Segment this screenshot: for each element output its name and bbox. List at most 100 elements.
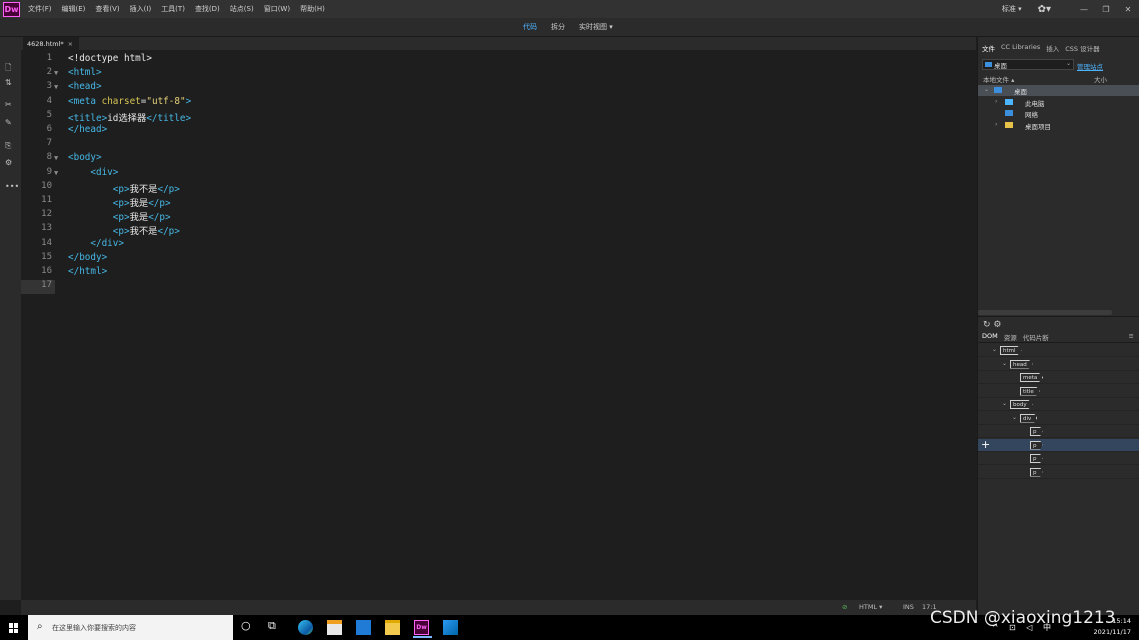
code-line[interactable]: 10 <p>我不是</p>	[21, 181, 976, 195]
close-tab-icon[interactable]: ×	[68, 40, 73, 48]
expand-arrow-icon[interactable]: ⌄	[992, 346, 997, 353]
tab-cc-libraries[interactable]: CC Libraries	[1001, 43, 1040, 55]
dom-tag-label[interactable]: meta	[1020, 373, 1044, 382]
dom-tree-row[interactable]: ⌄ html	[978, 344, 1139, 357]
gear-icon[interactable]: ✿▾	[1038, 4, 1051, 15]
add-element-icon[interactable]: +	[981, 438, 990, 451]
file-explorer-icon[interactable]	[385, 620, 400, 635]
tab-assets[interactable]: 资源	[1004, 332, 1017, 342]
manage-sites-link[interactable]: 管理站点	[1077, 61, 1103, 71]
fold-arrow-icon[interactable]: ▼	[54, 169, 58, 177]
file-tree-item[interactable]: › 此电脑	[978, 97, 1139, 108]
code-line[interactable]: 13 <p>我不是</p>	[21, 223, 976, 237]
dom-tag-label[interactable]: p	[1030, 454, 1043, 463]
cut-icon[interactable]: ✂	[5, 100, 12, 109]
store-icon[interactable]	[327, 620, 342, 635]
expand-arrow-icon[interactable]: ›	[995, 98, 997, 105]
dom-tag-label[interactable]: div	[1020, 413, 1038, 423]
start-button[interactable]	[0, 615, 27, 640]
file-tree-item[interactable]: ⌄ 桌面	[978, 85, 1139, 96]
code-editor[interactable]: 1 <!doctype html> 2 ▼ <html> 3 ▼ <head> 4 <meta c…	[21, 50, 976, 600]
dom-tag-label[interactable]: p	[1030, 427, 1043, 436]
document-tab[interactable]: 4628.html* ×	[23, 37, 79, 50]
fold-arrow-icon[interactable]: ▼	[54, 154, 58, 162]
file-tree-item[interactable]: › 桌面项目	[978, 120, 1139, 131]
dom-tree-row[interactable]: title	[978, 385, 1139, 398]
workspace-layout-select[interactable]: 标准 ▾	[1002, 4, 1022, 14]
expand-arrow-icon[interactable]: ⌄	[1012, 414, 1017, 421]
expand-arrow-icon[interactable]: ›	[995, 121, 997, 128]
tab-insert[interactable]: 插入	[1046, 43, 1059, 55]
code-line[interactable]: 15 </body>	[21, 252, 976, 266]
task-view-icon[interactable]: ⧉	[268, 619, 283, 634]
tab-css-designer[interactable]: CSS 设计器	[1065, 43, 1099, 55]
code-line[interactable]: 14 </div>	[21, 238, 976, 252]
refresh-icon[interactable]: ↻ ⚙	[983, 320, 1001, 330]
panel-menu-icon[interactable]: ≡	[1129, 332, 1134, 340]
menu-site[interactable]: 站点(S)	[230, 4, 254, 14]
menu-help[interactable]: 帮助(H)	[300, 4, 325, 14]
code-line[interactable]: 9 ▼ <div>	[21, 167, 976, 181]
live-view-button[interactable]: 实时视图 ▾	[579, 22, 613, 32]
taskbar-search-box[interactable]: ⌕ 在这里输入你要搜索的内容	[28, 615, 233, 640]
dom-tree-row[interactable]: ⌄ div	[978, 412, 1139, 425]
site-select[interactable]: 桌面 ⌄	[982, 59, 1074, 70]
maximize-button[interactable]: ❐	[1095, 5, 1117, 14]
horizontal-scrollbar[interactable]	[978, 310, 1112, 315]
dom-tree-row[interactable]: p	[978, 466, 1139, 479]
fold-arrow-icon[interactable]: ▼	[54, 69, 58, 77]
dom-tree-row[interactable]: ⌄ body	[978, 398, 1139, 411]
dom-tree-row[interactable]: + p	[978, 438, 1139, 452]
close-window-button[interactable]: ✕	[1117, 5, 1139, 14]
expand-arrow-icon[interactable]: ⌄	[984, 86, 989, 93]
dom-tag-label[interactable]: p	[1030, 467, 1043, 477]
code-line[interactable]: 12 <p>我是</p>	[21, 209, 976, 223]
document-type-select[interactable]: HTML ▾	[859, 603, 882, 611]
menu-insert[interactable]: 插入(I)	[130, 4, 152, 14]
code-line[interactable]: 6 </head>	[21, 124, 976, 138]
dom-tree-row[interactable]: ⌄ head	[978, 358, 1139, 371]
panel-divider[interactable]	[978, 316, 1139, 317]
code-view-button[interactable]: 代码	[523, 22, 537, 32]
pen-icon[interactable]: ✎	[5, 118, 12, 127]
clock-date[interactable]: 2021/11/17	[1094, 628, 1131, 636]
column-size[interactable]: 大小	[1094, 74, 1107, 84]
expand-arrow-icon[interactable]: ⌄	[1002, 360, 1007, 367]
menu-edit[interactable]: 编辑(E)	[62, 4, 86, 14]
menu-window[interactable]: 窗口(W)	[264, 4, 290, 14]
dom-tag-label[interactable]: p	[1030, 440, 1043, 450]
vscode-icon[interactable]	[443, 620, 458, 635]
code-line[interactable]: 7	[21, 138, 976, 152]
code-line[interactable]: 3 ▼ <head>	[21, 81, 976, 95]
menu-tools[interactable]: 工具(T)	[161, 4, 185, 14]
expand-arrow-icon[interactable]: ⌄	[1002, 400, 1007, 407]
menu-find[interactable]: 查找(D)	[195, 4, 220, 14]
minimize-button[interactable]: —	[1073, 5, 1095, 14]
code-line[interactable]: 16 </html>	[21, 266, 976, 280]
file-tree-item[interactable]: 网络	[978, 108, 1139, 119]
fold-arrow-icon[interactable]: ▼	[54, 83, 58, 91]
tab-dom[interactable]: DOM	[982, 332, 998, 342]
column-local-files[interactable]: 本地文件 ▴	[983, 74, 1014, 84]
file-icon[interactable]: 🗋	[5, 62, 11, 76]
code-line[interactable]: 5 <title>id选择器</title>	[21, 110, 976, 124]
menu-file[interactable]: 文件(F)	[28, 4, 52, 14]
cortana-icon[interactable]: ○	[241, 619, 256, 634]
mail-icon[interactable]	[356, 620, 371, 635]
code-line[interactable]: 4 <meta charset="utf-8">	[21, 96, 976, 110]
edge-browser-icon[interactable]	[298, 620, 313, 635]
dom-tree-row[interactable]: meta	[978, 371, 1139, 384]
tab-snippets[interactable]: 代码片断	[1023, 332, 1049, 342]
format-icon[interactable]: ⚙	[5, 158, 12, 167]
dom-tree-row[interactable]: p	[978, 425, 1139, 438]
dom-tag-label[interactable]: title	[1020, 386, 1040, 396]
split-view-button[interactable]: 拆分	[551, 22, 565, 32]
code-line[interactable]: 11 <p>我是</p>	[21, 195, 976, 209]
more-icon[interactable]: •••	[5, 182, 19, 191]
dreamweaver-taskbar-icon[interactable]: Dw	[413, 620, 432, 638]
code-line[interactable]: 2 ▼ <html>	[21, 67, 976, 81]
dom-tag-label[interactable]: html	[1000, 346, 1022, 355]
code-line[interactable]: 17	[21, 280, 976, 294]
code-line[interactable]: 8 ▼ <body>	[21, 152, 976, 166]
sort-icon[interactable]: ⇅	[5, 78, 12, 87]
